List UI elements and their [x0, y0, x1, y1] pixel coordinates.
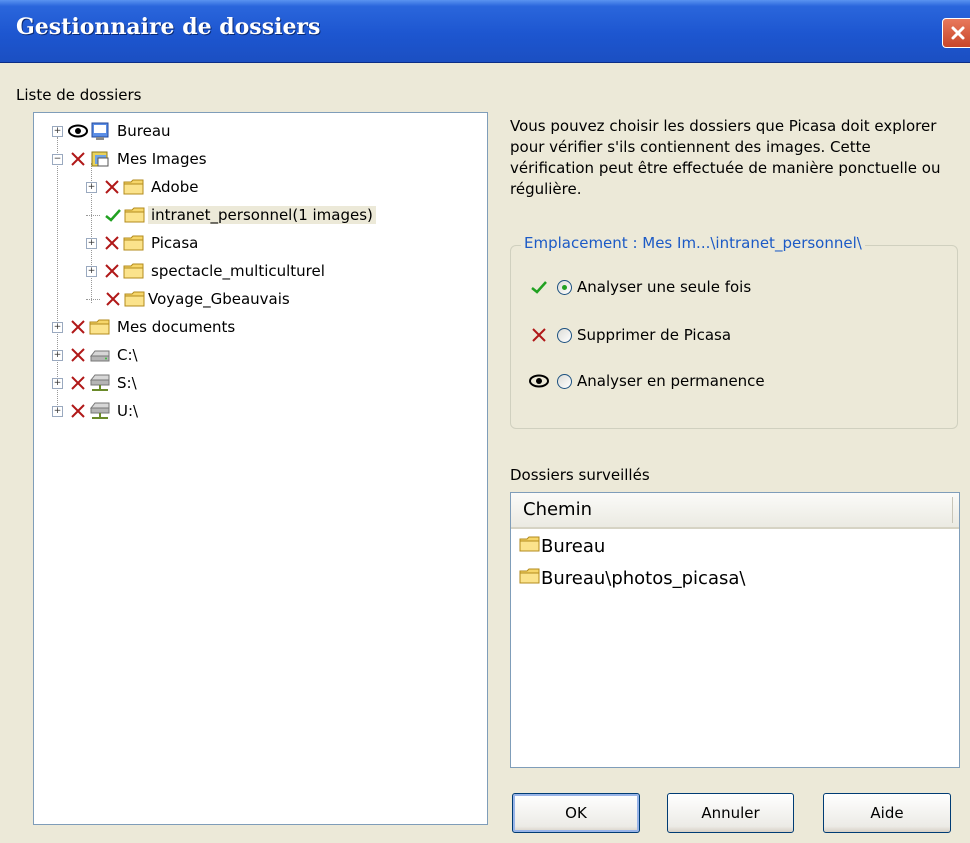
expand-icon[interactable]: +	[52, 349, 63, 361]
cross-icon	[67, 318, 89, 336]
radio-scan-always[interactable]	[557, 373, 572, 389]
drive-icon	[89, 345, 111, 365]
tree-item-spectacle-multiculturel[interactable]: + spectacle_multiculturel	[86, 258, 325, 284]
watched-folders-list[interactable]: Chemin Bureau Bureau\photos_picasa\	[510, 492, 960, 768]
title-bar: Gestionnaire de dossiers	[0, 0, 970, 63]
tree-item-adobe[interactable]: + Adobe	[86, 174, 198, 200]
option-label: Analyser une seule fois	[577, 278, 752, 296]
column-header-label: Chemin	[523, 499, 592, 520]
cancel-button-label: Annuler	[701, 804, 760, 822]
expand-icon[interactable]: +	[86, 237, 97, 249]
tree-item-label: Adobe	[151, 178, 199, 196]
cross-icon	[67, 150, 89, 168]
tree-item-label: U:\	[117, 402, 139, 420]
radio-remove[interactable]	[557, 327, 572, 343]
tree-item-drive-s[interactable]: + S:\	[52, 370, 137, 396]
tree-connector	[86, 298, 100, 300]
cross-icon	[102, 290, 124, 308]
cancel-button[interactable]: Annuler	[667, 793, 794, 833]
tree-item-intranet-personnel[interactable]: intranet_personnel(1 images)	[86, 202, 376, 228]
location-group: Emplacement : Mes Im...\intranet_personn…	[510, 234, 958, 429]
option-scan-once[interactable]: Analyser une seule fois	[527, 278, 751, 296]
network-drive-icon	[89, 373, 111, 393]
expand-icon[interactable]: +	[52, 405, 63, 417]
folder-icon	[519, 535, 541, 558]
tree-item-mes-documents[interactable]: + Mes documents	[52, 314, 235, 340]
cross-icon	[67, 346, 89, 364]
expand-icon[interactable]: +	[52, 125, 63, 137]
description-text: Vous pouvez choisir les dossiers que Pic…	[510, 117, 941, 198]
option-remove[interactable]: Supprimer de Picasa	[527, 326, 731, 344]
tree-item-drive-c[interactable]: + C:\	[52, 342, 138, 368]
folder-icon	[124, 205, 146, 225]
cross-icon	[101, 178, 123, 196]
column-separator[interactable]	[952, 497, 953, 523]
list-item-label: Bureau	[541, 536, 606, 557]
tree-item-label: Picasa	[151, 234, 199, 252]
option-scan-always[interactable]: Analyser en permanence	[527, 372, 765, 390]
folder-icon	[123, 233, 145, 253]
folder-icon	[124, 289, 146, 309]
tree-item-mes-images[interactable]: − Mes Images	[52, 146, 207, 172]
check-icon	[527, 279, 551, 295]
pictures-icon	[89, 149, 111, 169]
expand-icon[interactable]: +	[52, 377, 63, 389]
desktop-icon	[89, 121, 111, 141]
cross-icon	[67, 402, 89, 420]
tree-item-label: Voyage_Gbeauvais	[148, 290, 290, 308]
location-legend: Emplacement : Mes Im...\intranet_personn…	[521, 234, 865, 252]
tree-item-label: intranet_personnel(1 images)	[148, 206, 376, 224]
expand-icon[interactable]: +	[86, 181, 97, 193]
expand-icon[interactable]: +	[86, 265, 97, 277]
folder-icon	[123, 261, 145, 281]
radio-scan-once[interactable]	[557, 279, 572, 295]
tree-item-label: Bureau	[117, 122, 171, 140]
tree-item-picasa[interactable]: + Picasa	[86, 230, 198, 256]
option-label: Supprimer de Picasa	[577, 326, 732, 344]
folder-tree[interactable]: + Bureau − Mes Images + Adobe intranet_p…	[33, 112, 488, 825]
folder-icon	[89, 317, 111, 337]
tree-item-bureau[interactable]: + Bureau	[52, 118, 171, 144]
close-button[interactable]	[942, 18, 970, 48]
cross-icon	[527, 326, 551, 344]
tree-item-label: S:\	[117, 374, 137, 392]
option-label: Analyser en permanence	[577, 372, 765, 390]
help-button[interactable]: Aide	[823, 793, 951, 833]
tree-item-drive-u[interactable]: + U:\	[52, 398, 138, 424]
list-item[interactable]: Bureau\photos_picasa\	[519, 567, 745, 590]
cross-icon	[67, 374, 89, 392]
folder-icon	[519, 567, 541, 590]
tree-item-voyage-gbeauvais[interactable]: Voyage_Gbeauvais	[86, 286, 290, 312]
list-item-label: Bureau\photos_picasa\	[541, 568, 746, 589]
eye-icon	[527, 374, 551, 388]
list-item[interactable]: Bureau	[519, 535, 605, 558]
folder-icon	[123, 177, 145, 197]
tree-item-label: spectacle_multiculturel	[151, 262, 325, 280]
check-icon	[102, 207, 124, 223]
cross-icon	[101, 262, 123, 280]
tree-item-label: C:\	[117, 346, 138, 364]
tree-item-label: Mes documents	[117, 318, 236, 336]
column-header-path[interactable]: Chemin	[511, 493, 959, 529]
folder-list-label: Liste de dossiers	[16, 86, 142, 104]
help-button-label: Aide	[870, 804, 904, 822]
close-icon	[951, 26, 965, 40]
ok-button-label: OK	[565, 804, 587, 822]
network-drive-icon	[89, 401, 111, 421]
tree-connector	[86, 214, 100, 216]
watched-folders-label: Dossiers surveillés	[510, 466, 650, 484]
eye-icon	[67, 124, 89, 138]
tree-item-label: Mes Images	[117, 150, 207, 168]
window-title: Gestionnaire de dossiers	[16, 14, 321, 40]
ok-button[interactable]: OK	[512, 793, 640, 833]
expand-icon[interactable]: +	[52, 321, 63, 333]
collapse-icon[interactable]: −	[52, 153, 63, 165]
cross-icon	[101, 234, 123, 252]
